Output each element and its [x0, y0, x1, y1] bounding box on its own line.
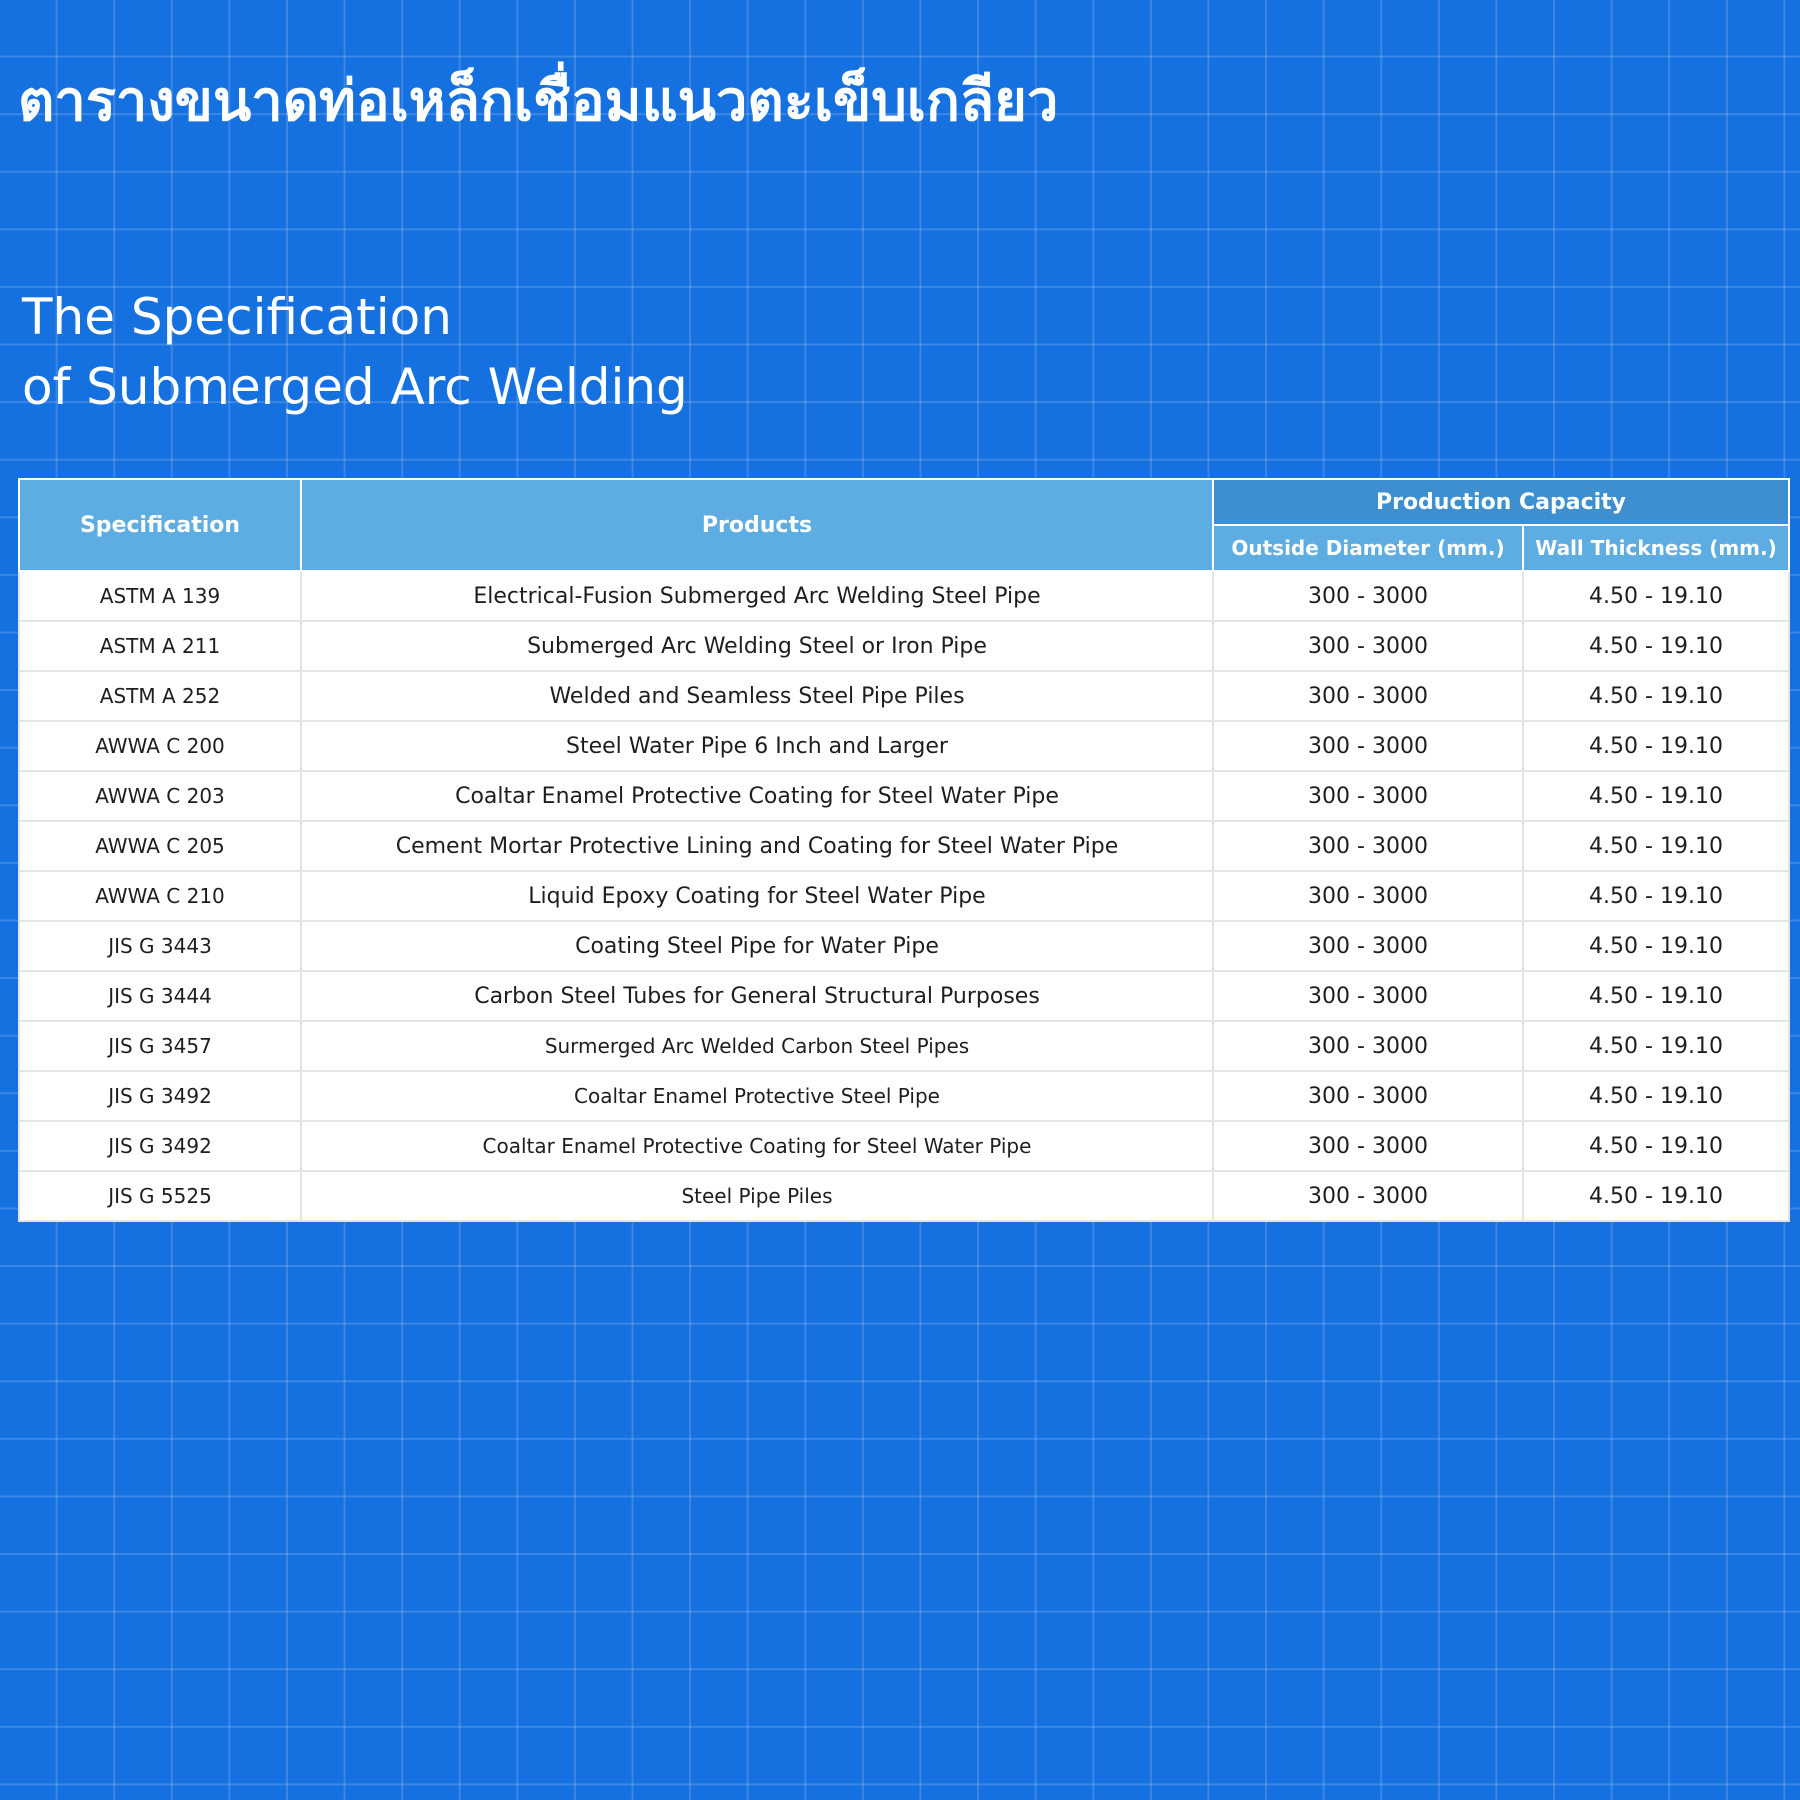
wall-thickness-cell: 4.50 - 19.10: [1522, 570, 1790, 622]
table-row: AWWA C 205 Cement Mortar Protective Linin…: [18, 820, 1790, 872]
product-cell: Surmerged Arc Welded Carbon Steel Pipes: [300, 1020, 1214, 1072]
product-cell: Submerged Arc Welding Steel or Iron Pipe: [300, 620, 1214, 672]
product-cell: Coaltar Enamel Protective Coating for St…: [300, 1120, 1214, 1172]
wall-thickness-cell: 4.50 - 19.10: [1522, 720, 1790, 772]
outside-diameter-cell: 300 - 3000: [1212, 1170, 1524, 1222]
page-subtitle: The Specification of Submerged Arc Weldi…: [22, 282, 688, 422]
wall-thickness-cell: 4.50 - 19.10: [1522, 1020, 1790, 1072]
product-cell: Steel Water Pipe 6 Inch and Larger: [300, 720, 1214, 772]
wall-thickness-cell: 4.50 - 19.10: [1522, 1120, 1790, 1172]
table-row: AWWA C 203 Coaltar Enamel Protective Coat…: [18, 770, 1790, 822]
header-products: Products: [300, 478, 1214, 572]
wall-thickness-cell: 4.50 - 19.10: [1522, 1070, 1790, 1122]
spec-cell: JIS G 3492: [18, 1070, 302, 1122]
wall-thickness-cell: 4.50 - 19.10: [1522, 970, 1790, 1022]
outside-diameter-cell: 300 - 3000: [1212, 870, 1524, 922]
wall-thickness-cell: 4.50 - 19.10: [1522, 920, 1790, 972]
spec-cell: JIS G 3457: [18, 1020, 302, 1072]
wall-thickness-cell: 4.50 - 19.10: [1522, 670, 1790, 722]
outside-diameter-cell: 300 - 3000: [1212, 1020, 1524, 1072]
header-production-capacity: Production Capacity: [1212, 478, 1790, 526]
table-body: ASTM A 139 Electrical-Fusion Submerged Ar…: [18, 570, 1790, 1222]
wall-thickness-cell: 4.50 - 19.10: [1522, 620, 1790, 672]
spec-cell: ASTM A 211: [18, 620, 302, 672]
header-outside-diameter: Outside Diameter (mm.): [1212, 524, 1524, 572]
table-row: JIS G 3492 Coaltar Enamel Protective Coat…: [18, 1120, 1790, 1172]
table-row: AWWA C 200 Steel Water Pipe 6 Inch and La…: [18, 720, 1790, 772]
spec-cell: JIS G 3443: [18, 920, 302, 972]
outside-diameter-cell: 300 - 3000: [1212, 1070, 1524, 1122]
outside-diameter-cell: 300 - 3000: [1212, 720, 1524, 772]
product-cell: Cement Mortar Protective Lining and Coat…: [300, 820, 1214, 872]
table-row: JIS G 3444 Carbon Steel Tubes for General…: [18, 970, 1790, 1022]
outside-diameter-cell: 300 - 3000: [1212, 820, 1524, 872]
outside-diameter-cell: 300 - 3000: [1212, 770, 1524, 822]
table-row: JIS G 3457 Surmerged Arc Welded Carbon St…: [18, 1020, 1790, 1072]
subtitle-line-2: of Submerged Arc Welding: [22, 358, 688, 416]
header-specification: Specification: [18, 478, 302, 572]
wall-thickness-cell: 4.50 - 19.10: [1522, 870, 1790, 922]
product-cell: Liquid Epoxy Coating for Steel Water Pip…: [300, 870, 1214, 922]
table-row: ASTM A 252 Welded and Seamless Steel Pipe…: [18, 670, 1790, 722]
outside-diameter-cell: 300 - 3000: [1212, 920, 1524, 972]
table-row: AWWA C 210 Liquid Epoxy Coating for Steel…: [18, 870, 1790, 922]
page-title-thai: ตารางขนาดท่อเหล็กเชื่อมแนวตะเข็บเกลียว: [18, 69, 1059, 134]
spec-cell: JIS G 5525: [18, 1170, 302, 1222]
subtitle-line-1: The Specification: [22, 288, 452, 346]
outside-diameter-cell: 300 - 3000: [1212, 620, 1524, 672]
spec-cell: AWWA C 210: [18, 870, 302, 922]
product-cell: Welded and Seamless Steel Pipe Piles: [300, 670, 1214, 722]
outside-diameter-cell: 300 - 3000: [1212, 670, 1524, 722]
table-row: JIS G 3492 Coaltar Enamel Protective Stee…: [18, 1070, 1790, 1122]
product-cell: Carbon Steel Tubes for General Structura…: [300, 970, 1214, 1022]
spec-cell: JIS G 3444: [18, 970, 302, 1022]
outside-diameter-cell: 300 - 3000: [1212, 1120, 1524, 1172]
table-row: ASTM A 211 Submerged Arc Welding Steel or…: [18, 620, 1790, 672]
wall-thickness-cell: 4.50 - 19.10: [1522, 820, 1790, 872]
wall-thickness-cell: 4.50 - 19.10: [1522, 770, 1790, 822]
spec-cell: ASTM A 139: [18, 570, 302, 622]
spec-cell: AWWA C 200: [18, 720, 302, 772]
wall-thickness-cell: 4.50 - 19.10: [1522, 1170, 1790, 1222]
outside-diameter-cell: 300 - 3000: [1212, 970, 1524, 1022]
spec-cell: JIS G 3492: [18, 1120, 302, 1172]
table-row: JIS G 3443 Coating Steel Pipe for Water P…: [18, 920, 1790, 972]
spec-cell: AWWA C 203: [18, 770, 302, 822]
specification-table: Specification Products Production Capaci…: [18, 478, 1790, 1222]
product-cell: Coaltar Enamel Protective Coating for St…: [300, 770, 1214, 822]
table-row: ASTM A 139 Electrical-Fusion Submerged Ar…: [18, 570, 1790, 622]
product-cell: Electrical-Fusion Submerged Arc Welding …: [300, 570, 1214, 622]
spec-cell: ASTM A 252: [18, 670, 302, 722]
table-row: JIS G 5525 Steel Pipe Piles 300 - 3000 4.50…: [18, 1170, 1790, 1222]
table-header: Specification Products Production Capaci…: [18, 478, 1790, 572]
outside-diameter-cell: 300 - 3000: [1212, 570, 1524, 622]
product-cell: Coaltar Enamel Protective Steel Pipe: [300, 1070, 1214, 1122]
product-cell: Coating Steel Pipe for Water Pipe: [300, 920, 1214, 972]
header-wall-thickness: Wall Thickness (mm.): [1522, 524, 1790, 572]
spec-cell: AWWA C 205: [18, 820, 302, 872]
product-cell: Steel Pipe Piles: [300, 1170, 1214, 1222]
